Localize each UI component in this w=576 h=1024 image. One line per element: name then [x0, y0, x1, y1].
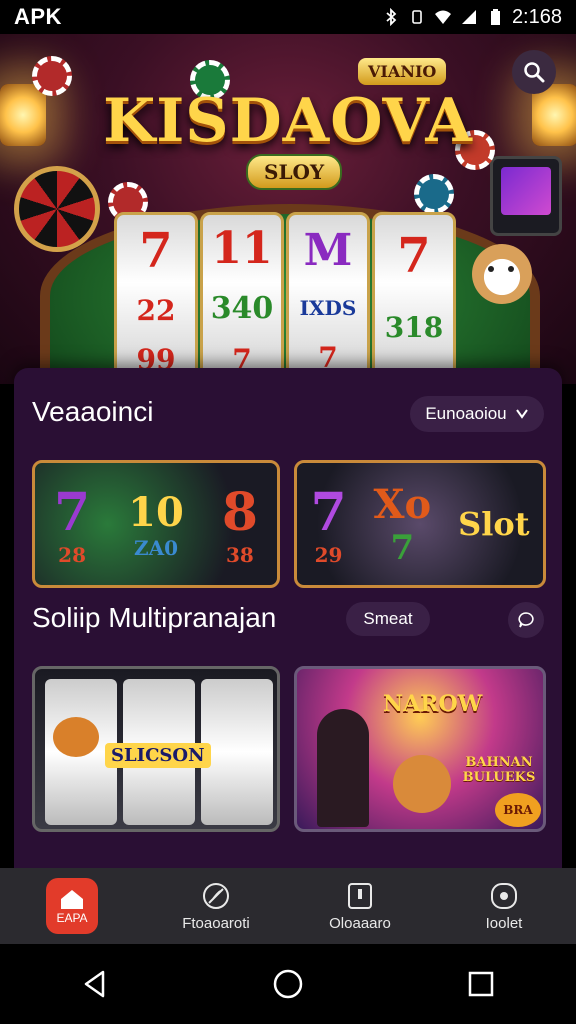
- nav-item-home[interactable]: EAPA: [17, 870, 127, 942]
- reel-symbol: 7: [139, 222, 173, 279]
- hamster-mascot: [393, 755, 451, 813]
- card-symbol: 8 38: [221, 481, 258, 567]
- card-symbol: 7 28: [53, 481, 91, 567]
- nav-label: Ioolet: [485, 914, 523, 932]
- signal-icon: [461, 10, 476, 24]
- home-badge: EAPA: [46, 878, 98, 934]
- bonus-badge: BRA: [495, 793, 541, 827]
- card-symbol: Slot: [458, 505, 530, 543]
- slot-reel-1: 7 22 99: [114, 212, 198, 384]
- chat-button[interactable]: [508, 602, 544, 638]
- home-icon: [61, 890, 83, 909]
- bluetooth-icon: [386, 8, 397, 26]
- hero-top-tag: VIANIO: [358, 58, 447, 85]
- back-icon[interactable]: [81, 969, 109, 999]
- character-woman: [317, 709, 369, 827]
- game-card[interactable]: 7 29 Xo 7 Slot: [294, 460, 546, 588]
- home-circle-icon[interactable]: [272, 968, 304, 1000]
- reel-symbol: M: [303, 225, 353, 277]
- reel-symbol: 11: [211, 223, 273, 275]
- nav-item-info[interactable]: Oloaaaro: [305, 870, 415, 942]
- reel-symbol: 318: [384, 310, 444, 344]
- pill-label: Smeat: [363, 609, 413, 628]
- slot-reel-2: 11 340 7: [200, 212, 284, 384]
- leaf-icon: [203, 882, 229, 909]
- bottom-nav: EAPA Ftoaoaroti Oloaaaro Ioolet: [0, 868, 576, 944]
- reel-symbol: IXDS: [299, 296, 357, 321]
- game-card[interactable]: NAROW BAHNAN BULUEKS BRA: [294, 666, 546, 832]
- banner-title: NAROW: [383, 691, 483, 717]
- nav-label: Ftoaoaroti: [182, 914, 250, 932]
- chat-icon: [518, 612, 534, 628]
- hamster-mascot: [53, 717, 99, 757]
- hero-banner[interactable]: VIANIO KISDAOVA SLOY 7 22 99 11 340 7 M …: [0, 34, 576, 384]
- reel-symbol: 22: [136, 294, 176, 328]
- section-title: Soliip Multipranajan: [32, 602, 277, 633]
- card-symbols: 7 29 Xo 7 Slot: [297, 463, 543, 585]
- hero-slot-tag: SLOY: [246, 154, 343, 190]
- content-panel: Veaaoinci Eunoaoiou 7 28 10 ZA0 8 38 7 29 Xo…: [14, 368, 562, 868]
- nav-label: Oloaaaro: [329, 914, 391, 932]
- status-bar: APK 2:168: [0, 0, 576, 34]
- banner-side-text: BAHNAN BULUEKS: [462, 755, 536, 785]
- card-symbol: 10 ZA0: [128, 488, 184, 560]
- recents-icon[interactable]: [467, 970, 495, 998]
- info-icon: [348, 882, 372, 909]
- section-sort-pill[interactable]: Smeat: [346, 602, 430, 636]
- card-symbols: 7 28 10 ZA0 8 38: [35, 463, 277, 585]
- vibrate-icon: [412, 10, 422, 24]
- status-time: 2:168: [511, 5, 562, 28]
- system-nav-bar: [0, 944, 576, 1024]
- chevron-down-icon: [515, 409, 528, 419]
- slot-reel-4: 7 318: [372, 212, 456, 384]
- profile-icon: [491, 882, 517, 909]
- status-app-label: APK: [14, 4, 62, 29]
- card-symbol: Xo 7: [373, 480, 432, 568]
- reel-text: SLICSON: [105, 743, 211, 768]
- card-symbol: 7 29: [310, 481, 347, 567]
- nav-label: EAPA: [56, 911, 88, 925]
- nav-item-browse[interactable]: Ftoaoaroti: [161, 870, 271, 942]
- reel-symbol: 7: [397, 228, 431, 285]
- game-card[interactable]: 7 28 10 ZA0 8 38: [32, 460, 280, 588]
- status-icons: 2:168: [382, 6, 562, 29]
- reel-symbol: 340: [210, 290, 274, 326]
- nav-item-profile[interactable]: Ioolet: [449, 870, 559, 942]
- hero-logo-title: KISDAOVA: [103, 86, 473, 156]
- section-title: Veaaoinci: [32, 396, 154, 427]
- slot-reel-3: M IXDS 7: [286, 212, 370, 384]
- section-filter-pill[interactable]: Eunoaoiou: [410, 396, 544, 432]
- poker-chip: [414, 174, 454, 214]
- battery-icon: [490, 9, 500, 25]
- dog-mascot: [472, 244, 532, 304]
- pill-label: Eunoaoiou: [425, 404, 507, 423]
- phone-prop: [490, 156, 562, 236]
- game-card[interactable]: SLICSON: [32, 666, 280, 832]
- search-icon: [524, 62, 545, 83]
- wifi-icon: [434, 10, 451, 24]
- roulette-wheel: [14, 166, 100, 252]
- search-button[interactable]: [512, 50, 556, 94]
